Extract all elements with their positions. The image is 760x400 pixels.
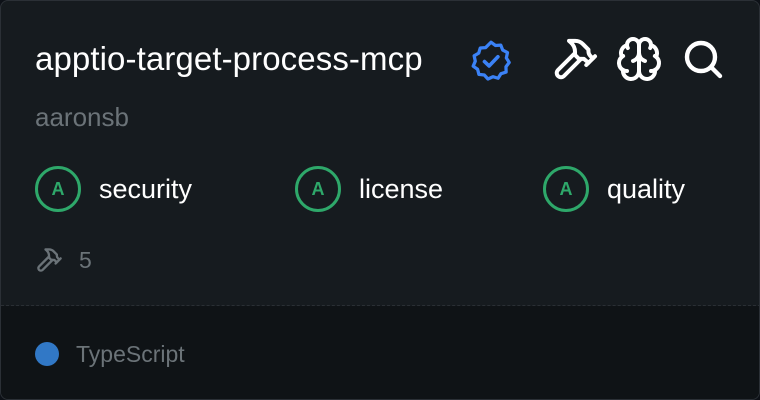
server-name[interactable]: apptio-target-process-mcp [35,37,423,81]
security-label: security [99,173,193,204]
license-grade-badge: A [295,166,341,212]
search-icon[interactable] [679,35,727,83]
verified-badge-icon [471,40,511,81]
divider [1,305,759,306]
author-name[interactable]: aaronsb [35,100,129,134]
mcp-server-card[interactable]: apptio-target-process-mcp aaronsb A secu… [0,0,760,400]
quality-score: A quality [543,165,685,213]
quality-label: quality [607,173,686,204]
security-score: A security [35,165,192,213]
language-color-dot [35,342,59,366]
security-grade-badge: A [35,166,81,212]
hammer-icon [37,248,62,272]
license-label: license [359,173,444,204]
language-label: TypeScript [76,341,185,367]
quality-grade-badge: A [543,166,589,212]
brain-icon[interactable] [615,35,663,83]
tools-count: 5 [79,247,92,273]
license-score: A license [295,165,443,213]
hammer-icon[interactable] [551,35,599,83]
